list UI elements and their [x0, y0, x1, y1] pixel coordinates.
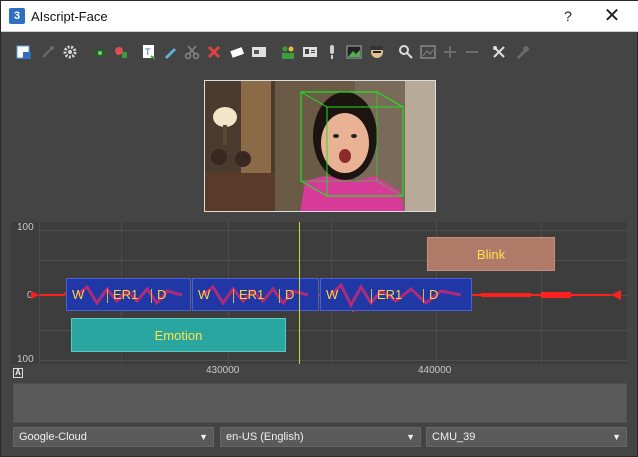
wand-icon: [42, 46, 54, 58]
engine-select[interactable]: Google-Cloud ▼: [13, 427, 214, 447]
model-select-value: CMU_39: [432, 431, 476, 443]
text-box-button[interactable]: [250, 43, 268, 61]
marker-icon[interactable]: A: [13, 368, 23, 378]
picture-button[interactable]: [345, 43, 363, 61]
minus-icon: [466, 51, 478, 53]
microphone-icon: [330, 45, 334, 59]
phoneme-label: ER1: [113, 287, 139, 302]
chevron-down-icon: ▼: [199, 432, 208, 442]
video-preview[interactable]: [204, 80, 436, 212]
tools-button[interactable]: [490, 43, 508, 61]
phoneme-label: W: [198, 287, 211, 302]
add-button[interactable]: [441, 43, 459, 61]
export-button[interactable]: [15, 43, 33, 61]
erase-button[interactable]: [228, 43, 246, 61]
wrench-button[interactable]: [513, 43, 531, 61]
timeline-track[interactable]: 100 0 100 Blink W ER1 D W ER1 D W ER1 D …: [11, 222, 627, 364]
phoneme-label: W: [72, 287, 85, 302]
help-button[interactable]: ?: [557, 5, 579, 27]
delete-button[interactable]: [205, 43, 223, 61]
search-face-button[interactable]: [397, 43, 415, 61]
cut-button[interactable]: [183, 43, 201, 61]
erase-icon: [230, 47, 245, 58]
phoneme-separator: [279, 289, 280, 303]
pen-button[interactable]: [161, 43, 179, 61]
wand-button[interactable]: [39, 43, 57, 61]
image-button[interactable]: [419, 43, 437, 61]
text-box-icon: [252, 47, 266, 57]
face-paint-icon: [115, 47, 127, 58]
language-select[interactable]: en-US (English) ▼: [220, 427, 421, 447]
scissors-icon: [184, 45, 200, 60]
settings-button[interactable]: [61, 43, 79, 61]
phoneme-separator: [371, 289, 372, 303]
phoneme-separator: [233, 289, 234, 303]
text-file-icon: T: [143, 45, 156, 60]
phoneme-separator: [423, 289, 424, 303]
picture-icon: [346, 45, 362, 59]
avatar-button[interactable]: [368, 43, 386, 61]
phoneme-separator: [151, 289, 152, 303]
model-select[interactable]: CMU_39 ▼: [426, 427, 627, 447]
toolbar: T: [1, 32, 637, 74]
delete-icon: [207, 45, 221, 59]
pen-icon: [165, 48, 176, 59]
plus-icon: [444, 46, 456, 58]
eye-button[interactable]: [91, 43, 109, 61]
title-bar: 3 AIscript-Face ? ✕: [1, 1, 638, 32]
remove-button[interactable]: [463, 43, 481, 61]
export-icon: [16, 45, 31, 59]
phoneme-separator: [107, 289, 108, 303]
people-icon: [282, 46, 294, 59]
blink-clip[interactable]: Blink: [427, 237, 555, 271]
people-button[interactable]: [279, 43, 297, 61]
x-tick-label: 440000: [418, 365, 452, 376]
app-icon: 3: [9, 8, 25, 24]
phoneme-label: D: [285, 287, 295, 302]
tools-icon: [493, 46, 505, 58]
svg-text:T: T: [144, 48, 151, 58]
app-window: 3 AIscript-Face ? ✕ T 100 0 100 Blink W …: [0, 0, 638, 457]
avatar-icon: [371, 46, 383, 58]
engine-select-value: Google-Cloud: [19, 431, 87, 443]
phoneme-clip[interactable]: W ER1 D: [66, 278, 191, 311]
microphone-button[interactable]: [323, 43, 341, 61]
face-paint-button[interactable]: [112, 43, 130, 61]
id-card-button[interactable]: [301, 43, 319, 61]
chevron-down-icon: ▼: [406, 432, 415, 442]
text-file-button[interactable]: T: [140, 43, 158, 61]
phoneme-label: D: [429, 287, 439, 302]
emotion-clip[interactable]: Emotion: [71, 318, 286, 352]
search-face-icon: [399, 45, 413, 59]
phoneme-label: W: [326, 287, 339, 302]
phoneme-clip[interactable]: W ER1 D: [320, 278, 472, 311]
script-text-area[interactable]: [13, 383, 627, 423]
phoneme-label: ER1: [377, 287, 403, 302]
x-tick-label: 430000: [206, 365, 240, 376]
playhead[interactable]: [299, 222, 300, 364]
phoneme-label: D: [157, 287, 167, 302]
phoneme-label: ER1: [239, 287, 265, 302]
gear-icon: [63, 45, 77, 59]
window-title: AIscript-Face: [31, 9, 108, 24]
id-card-icon: [303, 47, 317, 57]
chevron-down-icon: ▼: [612, 432, 621, 442]
language-select-value: en-US (English): [226, 431, 304, 443]
close-button[interactable]: ✕: [599, 4, 625, 28]
wrench-icon: [516, 46, 529, 60]
face-tracking-image: [205, 81, 435, 211]
eye-icon: [94, 49, 106, 57]
image-icon: [420, 45, 436, 59]
